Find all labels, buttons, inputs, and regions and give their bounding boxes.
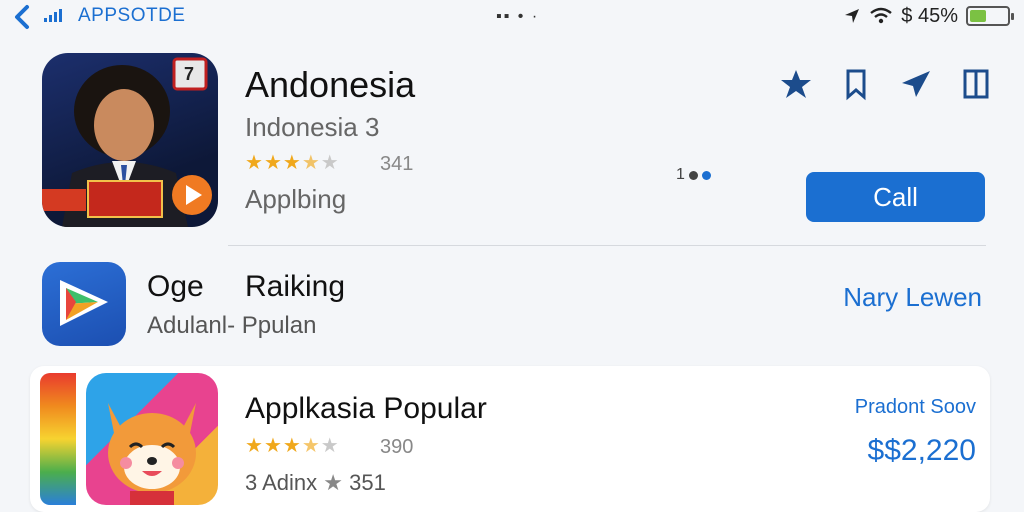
row3-price-label: Pradont Soov (854, 396, 976, 418)
page-indicator: 1 (676, 166, 711, 184)
carrier-name: APPSOTDE (78, 5, 186, 26)
fox-app-icon[interactable] (86, 373, 218, 505)
call-button[interactable]: Call (806, 172, 985, 222)
plane-icon[interactable] (898, 66, 934, 102)
featured-app-category: Applbing (245, 184, 347, 214)
pager-text: 1 (676, 166, 685, 183)
row3-sub-count: 351 (349, 470, 386, 495)
status-bar: APPSOTDE ▪▪ • · $ 45% (0, 0, 1024, 34)
featured-rating-stars: ★ ★ ★ ★ ★ (245, 153, 339, 173)
row3-sub-text: 3 Adinx (245, 470, 318, 495)
rating-star-icon: ★ (245, 435, 263, 457)
rainbow-stripe (40, 373, 76, 505)
pager-dot (688, 170, 698, 180)
rating-star-icon: ★ (263, 152, 282, 174)
featured-app-title: Andonesia (245, 64, 416, 105)
pager-dot-active (701, 170, 711, 180)
row3-rating-count: 390 (380, 436, 414, 458)
signal-icon (44, 8, 62, 22)
action-icons (778, 66, 994, 102)
featured-rating-count: 341 (380, 153, 414, 175)
row3-title: Applkasia Popular (245, 392, 487, 425)
row3-rating-stars: ★ ★ ★ ★ ★ (245, 436, 339, 456)
play-app-icon[interactable] (42, 262, 126, 346)
divider (228, 245, 986, 246)
rating-star-icon: ★ (263, 435, 282, 457)
bookmark-icon[interactable] (838, 66, 874, 102)
location-arrow-icon (845, 9, 860, 23)
rating-star-icon: ★ (245, 152, 263, 174)
rating-star-icon: ★ (282, 152, 301, 174)
featured-app-subtitle: Indonesia 3 (245, 112, 380, 142)
rating-star-icon: ★ (301, 435, 320, 457)
book-icon[interactable] (958, 66, 994, 102)
rating-star-icon: ★ (320, 435, 339, 457)
star-icon[interactable] (778, 66, 814, 102)
rating-star-icon: ★ (320, 152, 339, 174)
wifi-icon (870, 7, 893, 24)
row2-name-b: Raiking (245, 270, 346, 303)
camera-notch: ▪▪ • · (496, 8, 540, 25)
featured-app-icon[interactable]: 7 (42, 53, 218, 227)
rating-star-icon: ★ (301, 152, 320, 174)
battery-percent: $ 45% (901, 4, 958, 27)
back-chevron-icon[interactable] (10, 4, 36, 30)
row3-small-star-icon: ★ (323, 470, 344, 495)
row2-subtitle: Adulanl- Ppulan (147, 312, 317, 339)
row3-price[interactable]: $$2,220 (868, 434, 976, 468)
row3-sub-label: 3 Adinx ★ 351 (245, 470, 386, 496)
row2-name-a: Oge (147, 270, 204, 303)
row2-link[interactable]: Nary Lewen (843, 282, 982, 313)
rating-star-icon: ★ (282, 435, 301, 457)
app-store-screen: { "status_bar": { "carrier": "APPSOTDE",… (0, 0, 1024, 512)
battery-icon (966, 6, 1014, 26)
icon-badge-number: 7 (184, 64, 195, 84)
